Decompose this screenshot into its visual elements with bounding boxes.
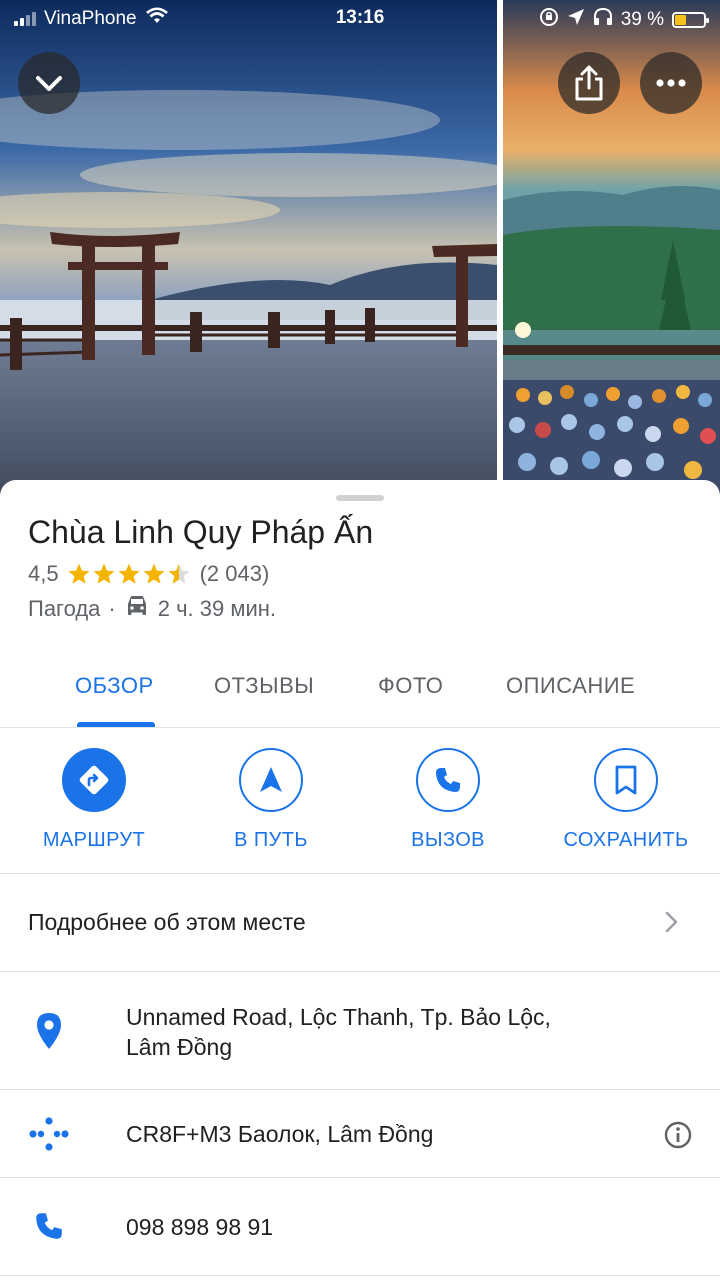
call-button-circle (416, 748, 480, 812)
tab-reviews[interactable]: ОТЗЫВЫ (214, 673, 314, 699)
call-label: ВЫЗОВ (411, 829, 485, 851)
meta-separator: · (108, 596, 116, 621)
star-icon (93, 563, 115, 584)
bookmark-icon (615, 765, 637, 795)
drag-handle[interactable] (336, 495, 384, 501)
phone-row[interactable]: 098 898 98 91 (0, 1178, 720, 1278)
location-arrow-icon (567, 8, 585, 32)
phone-icon (28, 1205, 70, 1247)
rating-stars (67, 562, 192, 586)
place-category: Пагода (28, 596, 101, 621)
start-navigation-button-circle (239, 748, 303, 812)
battery-level (675, 15, 686, 25)
tab-description[interactable]: ОПИСАНИЕ (506, 673, 635, 699)
start-navigation-button[interactable]: В ПУТЬ (181, 748, 361, 852)
directions-label: МАРШРУТ (42, 829, 146, 851)
meta-row: Пагода · 2 ч. 39 мин. (28, 595, 276, 623)
tab-bar: ОБЗОР ОТЗЫВЫ ФОТО ОПИСАНИЕ (0, 665, 720, 728)
plus-code-icon (28, 1113, 70, 1155)
collapse-button[interactable] (18, 52, 80, 114)
star-icon (168, 563, 190, 584)
info-icon[interactable] (664, 1121, 692, 1154)
battery-percent: 39 % (620, 9, 664, 30)
tab-photos[interactable]: ФОТО (378, 673, 443, 699)
orientation-lock-icon (539, 7, 559, 33)
place-sheet: Chùa Linh Quy Pháp Ấn 4,5 (2 043) Пагода… (0, 480, 720, 1280)
active-tab-indicator (77, 722, 155, 727)
divider (0, 1275, 720, 1276)
more-about-place-label: Подробнее об этом месте (28, 909, 306, 935)
phone-icon (436, 768, 460, 792)
tab-overview[interactable]: ОБЗОР (75, 673, 154, 699)
navigation-arrow-icon (260, 767, 282, 792)
action-buttons: МАРШРУТ В ПУТЬ ВЫЗОВ СОХРАНИТЬ (0, 748, 720, 874)
review-count: (2 043) (199, 561, 270, 586)
location-pin-icon (28, 1010, 70, 1052)
directions-button-circle (62, 748, 126, 812)
status-bar: VinaPhone 13:16 39 % (0, 0, 720, 40)
share-button[interactable] (558, 52, 620, 114)
car-icon (124, 595, 150, 623)
address-line-1: Unnamed Road, Lộc Thanh, Tp. Bảo Lộc, (126, 1004, 551, 1030)
star-icon (118, 563, 140, 584)
battery-icon (672, 12, 709, 28)
headphones-icon (593, 7, 613, 32)
more-about-place-row[interactable]: Подробнее об этом месте (0, 874, 720, 971)
more-horizontal-icon (656, 79, 686, 87)
more-options-button[interactable] (640, 52, 702, 114)
phone-number: 098 898 98 91 (126, 1214, 274, 1240)
save-button[interactable]: СОХРАНИТЬ (536, 748, 716, 852)
start-navigation-label: В ПУТЬ (234, 829, 308, 851)
star-icon (143, 563, 165, 584)
place-title: Chùa Linh Quy Pháp Ấn (28, 514, 374, 550)
save-button-circle (594, 748, 658, 812)
share-icon (575, 65, 603, 101)
travel-time: 2 ч. 39 мин. (157, 596, 277, 621)
plus-code-text: CR8F+M3 Баолок, Lâm Đồng (126, 1121, 434, 1147)
chevron-down-icon (36, 76, 62, 91)
star-icon (68, 563, 90, 584)
save-label: СОХРАНИТЬ (563, 829, 689, 851)
call-button[interactable]: ВЫЗОВ (358, 748, 538, 852)
plus-code-row[interactable]: CR8F+M3 Баолок, Lâm Đồng (0, 1090, 720, 1178)
rating-row[interactable]: 4,5 (2 043) (28, 561, 269, 587)
address-row[interactable]: Unnamed Road, Lộc Thanh, Tp. Bảo Lộc, Lâ… (0, 972, 720, 1089)
chevron-right-icon (664, 910, 680, 939)
rating-value: 4,5 (28, 561, 59, 586)
directions-icon (79, 765, 109, 795)
address-line-2: Lâm Đồng (126, 1034, 233, 1060)
directions-button[interactable]: МАРШРУТ (4, 748, 184, 852)
